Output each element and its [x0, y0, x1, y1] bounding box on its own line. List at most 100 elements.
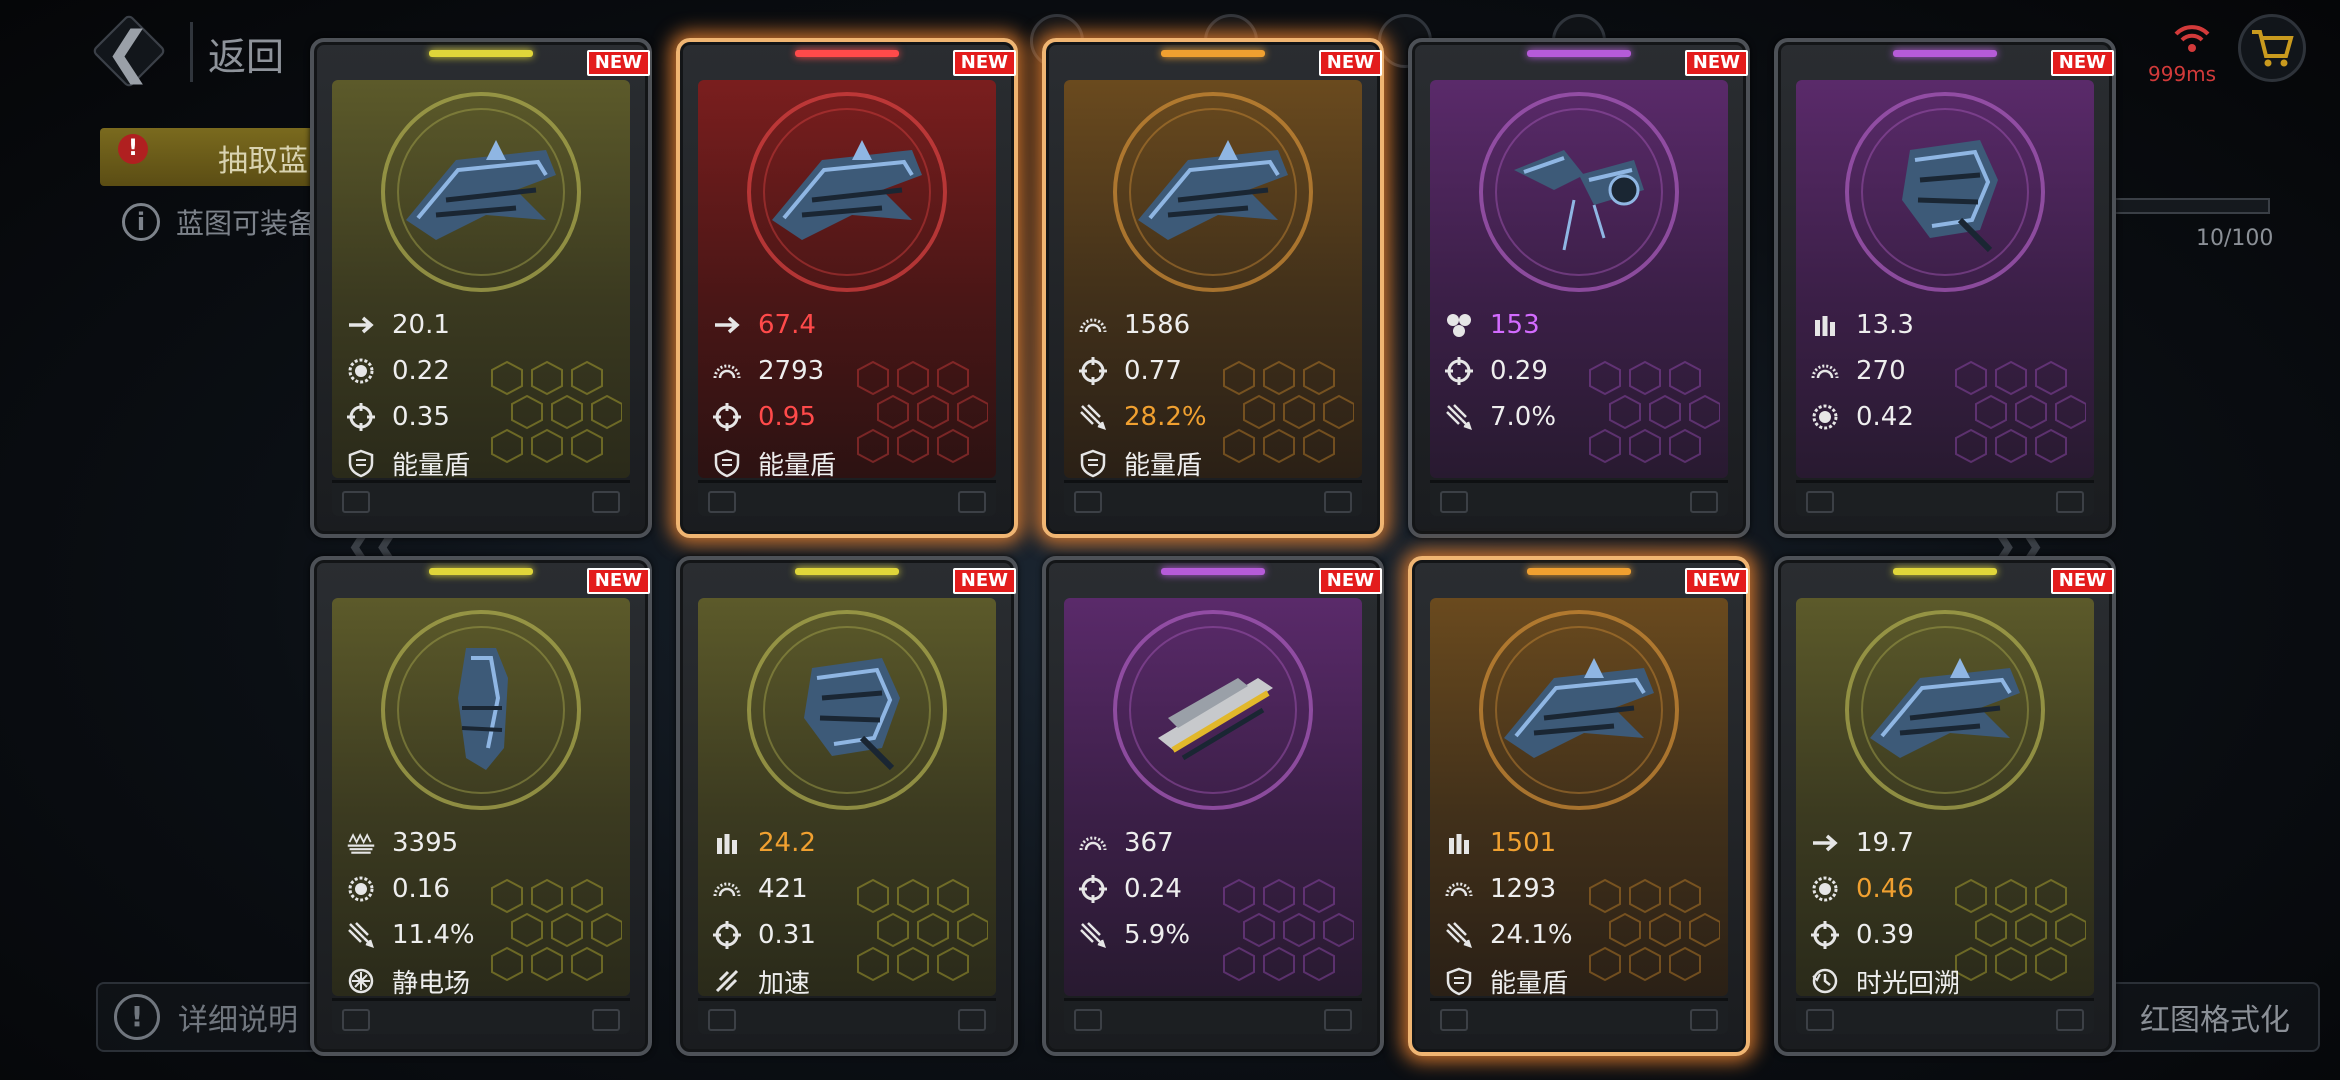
armor-dial-icon [1078, 310, 1108, 340]
stat-row: 421 [712, 866, 982, 912]
stat-value: 28.2% [1124, 402, 1207, 432]
stat-row: 11.4% [346, 912, 616, 958]
stat-value: 67.4 [758, 310, 816, 340]
stat-value: 24.2 [758, 828, 816, 858]
stat-value: 270 [1856, 356, 1906, 386]
stat-row: 153 [1444, 302, 1714, 348]
drone-icon [762, 638, 932, 778]
back-chevron-icon[interactable]: ❮ [96, 20, 160, 85]
shield-badge-icon [1444, 966, 1474, 996]
new-badge: NEW [1318, 568, 1382, 594]
blueprint-info-text: 蓝图可装备 [176, 207, 317, 240]
shop-cart-button[interactable] [2238, 14, 2306, 82]
hull-icon [346, 828, 376, 858]
blueprint-card[interactable]: NEW 20.1 0.22 0.35 能量盾 [310, 38, 652, 538]
rarity-indicator [795, 50, 899, 57]
shield-ring-icon [346, 874, 376, 904]
stat-value: 1501 [1490, 828, 1557, 858]
new-badge: NEW [952, 568, 1016, 594]
stat-value: 13.3 [1856, 310, 1914, 340]
card-footer [1064, 480, 1362, 516]
blueprint-card[interactable]: NEW 1501 1293 24.1% 能量盾 [1408, 556, 1750, 1056]
cart-icon [2252, 30, 2294, 67]
stat-row: 28.2% [1078, 394, 1348, 440]
blueprint-card[interactable]: NEW 153 0.29 7.0% [1408, 38, 1750, 538]
card-portrait: 1586 0.77 28.2% 能量盾 [1064, 80, 1362, 478]
blueprint-card[interactable]: NEW 67.4 2793 0.95 能量盾 [676, 38, 1018, 538]
new-badge: NEW [952, 50, 1016, 76]
new-badge: NEW [1318, 50, 1382, 76]
pod-icon [396, 638, 566, 778]
stat-row: 24.2 [712, 820, 982, 866]
new-badge: NEW [586, 568, 650, 594]
card-portrait: 367 0.24 5.9% [1064, 598, 1362, 996]
blueprint-card[interactable]: NEW 3395 0.16 11.4% 静电场 [310, 556, 652, 1056]
stat-value: 能量盾 [758, 450, 837, 479]
blueprint-card[interactable]: NEW 13.3 270 0.42 [1774, 38, 2116, 538]
stat-row: 加速 [712, 958, 982, 996]
rarity-indicator [1893, 50, 1997, 57]
crosshair-icon [1810, 920, 1840, 950]
shield-badge-icon [712, 448, 742, 478]
stat-value: 3395 [392, 828, 459, 858]
rarity-indicator [795, 568, 899, 575]
stat-row: 19.7 [1810, 820, 2080, 866]
back-label[interactable]: 返回 [208, 26, 284, 81]
stat-row: 1293 [1444, 866, 1714, 912]
stat-row: 0.24 [1078, 866, 1348, 912]
missile-burst-icon [346, 920, 376, 950]
stat-value: 1293 [1490, 874, 1557, 904]
blueprint-card[interactable]: NEW 24.2 421 0.31 加速 [676, 556, 1018, 1056]
crosshair-icon [346, 402, 376, 432]
blueprint-card[interactable]: NEW 19.7 0.46 0.39 时光回溯 [1774, 556, 2116, 1056]
new-badge: NEW [2050, 50, 2114, 76]
stat-row: 能量盾 [712, 440, 982, 478]
stat-row: 0.35 [346, 394, 616, 440]
card-portrait: 1501 1293 24.1% 能量盾 [1430, 598, 1728, 996]
speed-arrow-icon [346, 310, 376, 340]
stat-value: 0.77 [1124, 356, 1182, 386]
stat-list: 1501 1293 24.1% 能量盾 [1444, 820, 1714, 996]
card-footer [1796, 998, 2094, 1034]
new-badge: NEW [1684, 50, 1748, 76]
stat-row: 2793 [712, 348, 982, 394]
stat-value: 0.22 [392, 356, 450, 386]
blueprint-card[interactable]: NEW 1586 0.77 28.2% 能量盾 [1042, 38, 1384, 538]
card-footer [1064, 998, 1362, 1034]
stat-row: 0.42 [1810, 394, 2080, 440]
ammo-icon [712, 828, 742, 858]
armor-dial-icon [1078, 828, 1108, 858]
shield-badge-icon [346, 448, 376, 478]
blueprint-card[interactable]: NEW 367 0.24 5.9% [1042, 556, 1384, 1056]
card-portrait: 19.7 0.46 0.39 时光回溯 [1796, 598, 2094, 996]
stat-value: 0.42 [1856, 402, 1914, 432]
stat-value: 7.0% [1490, 402, 1557, 432]
crosshair-icon [1444, 356, 1474, 386]
stat-value: 11.4% [392, 920, 475, 950]
stat-row: 能量盾 [1444, 958, 1714, 996]
card-footer [332, 480, 630, 516]
stat-row: 0.46 [1810, 866, 2080, 912]
stat-value: 0.35 [392, 402, 450, 432]
stat-list: 67.4 2793 0.95 能量盾 [712, 302, 982, 478]
stat-value: 2793 [758, 356, 825, 386]
stat-value: 1586 [1124, 310, 1191, 340]
card-footer [1430, 480, 1728, 516]
rarity-indicator [429, 50, 533, 57]
stat-list: 20.1 0.22 0.35 能量盾 [346, 302, 616, 478]
stat-row: 5.9% [1078, 912, 1348, 958]
stat-value: 0.95 [758, 402, 816, 432]
stat-value: 421 [758, 874, 808, 904]
stat-list: 24.2 421 0.31 加速 [712, 820, 982, 996]
blueprint-info-row: i 蓝图可装备 [122, 202, 316, 242]
shield-ring-icon [1810, 402, 1840, 432]
speed-arrow-icon [712, 310, 742, 340]
new-badge: NEW [586, 50, 650, 76]
stat-row: 0.22 [346, 348, 616, 394]
exclamation-icon: ! [114, 994, 160, 1040]
battleship-icon [762, 120, 932, 260]
armor-dial-icon [712, 356, 742, 386]
stat-row: 3395 [346, 820, 616, 866]
stat-value: 能量盾 [1124, 450, 1203, 479]
rarity-indicator [1161, 50, 1265, 57]
